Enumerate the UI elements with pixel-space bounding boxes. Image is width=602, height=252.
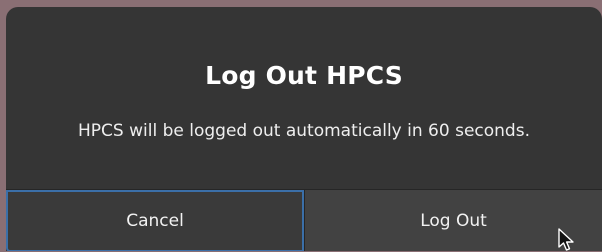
dialog-message: HPCS will be logged out automatically in… [78,121,530,141]
logout-dialog: Log Out HPCS HPCS will be logged out aut… [6,7,602,251]
cancel-button[interactable]: Cancel [6,190,304,251]
dialog-title: Log Out HPCS [205,61,403,90]
mouse-pointer-icon [558,228,574,251]
log-out-button-label: Log Out [420,211,487,231]
cancel-button-label: Cancel [126,211,184,231]
dialog-button-row: Cancel Log Out [6,189,602,251]
